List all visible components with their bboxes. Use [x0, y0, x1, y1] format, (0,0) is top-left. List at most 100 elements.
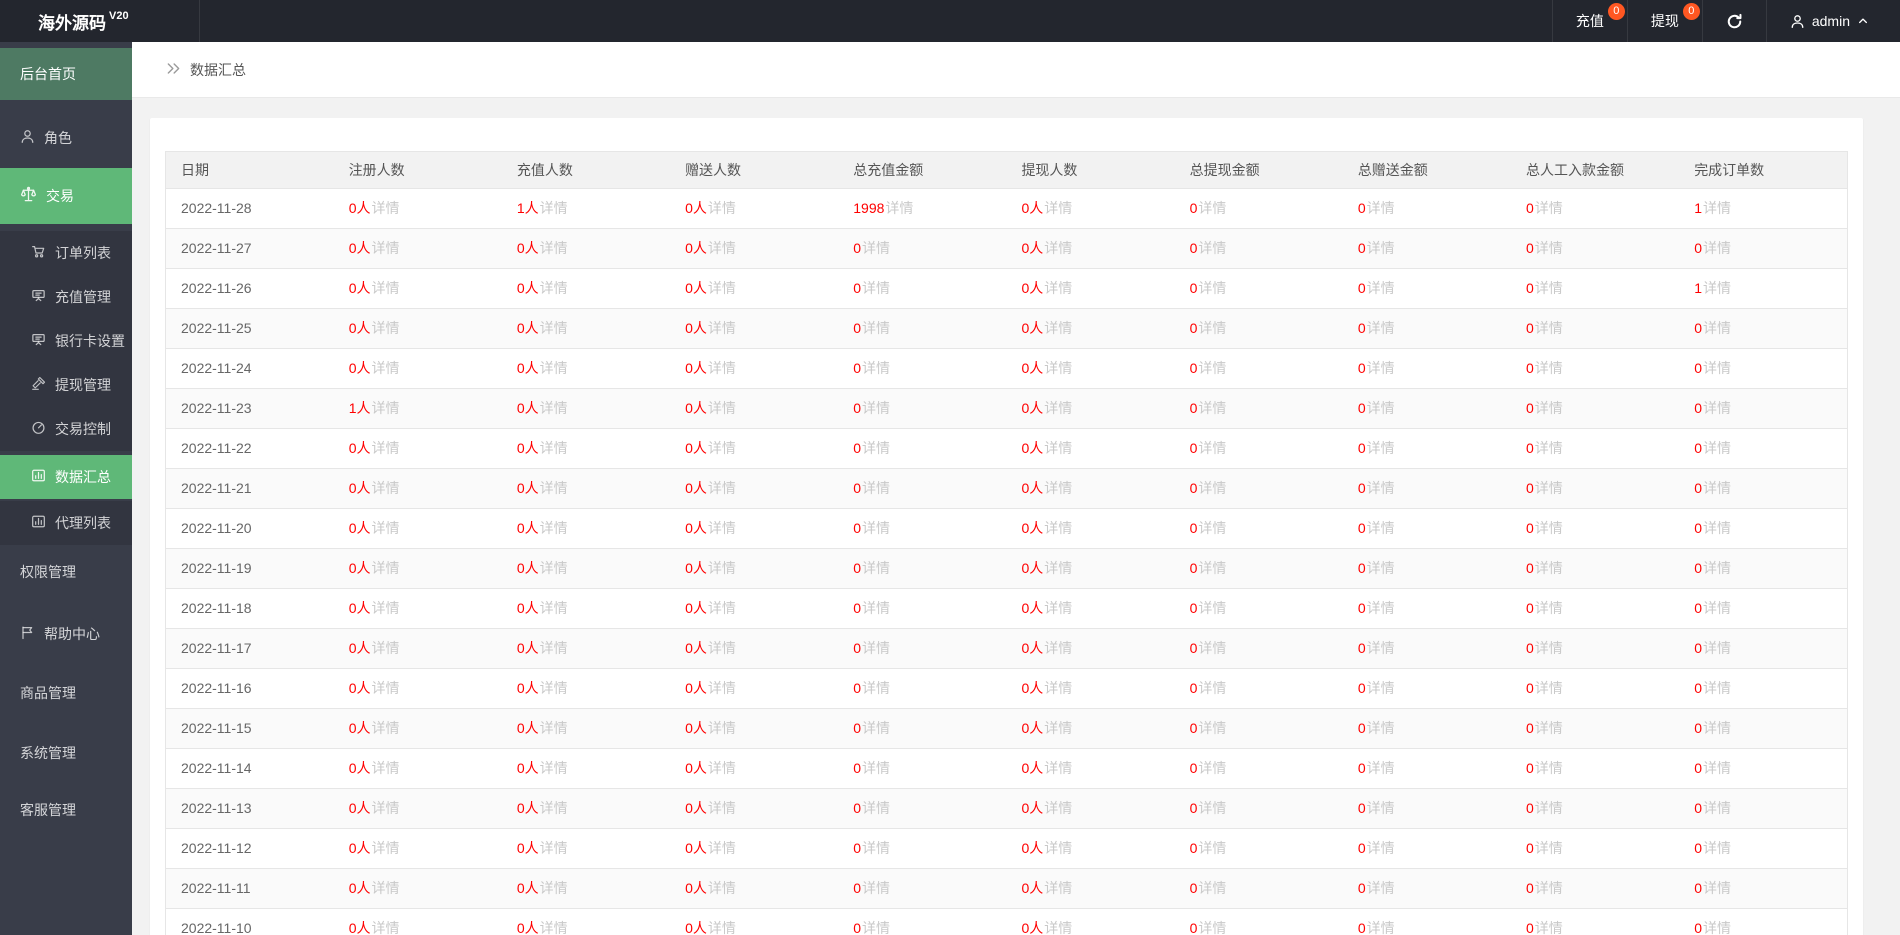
detail-link[interactable]: 详情: [708, 240, 736, 256]
detail-link[interactable]: 详情: [1535, 600, 1563, 616]
detail-link[interactable]: 详情: [1703, 840, 1731, 856]
sidebar-item-trade[interactable]: 交易: [0, 168, 132, 224]
detail-link[interactable]: 详情: [1044, 880, 1072, 896]
detail-link[interactable]: 详情: [1535, 880, 1563, 896]
detail-link[interactable]: 详情: [708, 760, 736, 776]
detail-link[interactable]: 详情: [540, 280, 568, 296]
detail-link[interactable]: 详情: [1044, 480, 1072, 496]
sidebar-item-bankcard-settings[interactable]: 银行卡设置: [0, 319, 132, 363]
detail-link[interactable]: 详情: [540, 720, 568, 736]
detail-link[interactable]: 详情: [540, 240, 568, 256]
detail-link[interactable]: 详情: [708, 280, 736, 296]
detail-link[interactable]: 详情: [1044, 280, 1072, 296]
detail-link[interactable]: 详情: [540, 200, 568, 216]
detail-link[interactable]: 详情: [862, 600, 890, 616]
detail-link[interactable]: 详情: [1703, 400, 1731, 416]
detail-link[interactable]: 详情: [371, 200, 399, 216]
detail-link[interactable]: 详情: [708, 520, 736, 536]
detail-link[interactable]: 详情: [540, 920, 568, 935]
detail-link[interactable]: 详情: [708, 600, 736, 616]
detail-link[interactable]: 详情: [1703, 720, 1731, 736]
detail-link[interactable]: 详情: [862, 520, 890, 536]
detail-link[interactable]: 详情: [862, 800, 890, 816]
detail-link[interactable]: 详情: [371, 360, 399, 376]
detail-link[interactable]: 详情: [1044, 560, 1072, 576]
detail-link[interactable]: 详情: [371, 680, 399, 696]
detail-link[interactable]: 详情: [1535, 680, 1563, 696]
detail-link[interactable]: 详情: [1198, 800, 1226, 816]
detail-link[interactable]: 详情: [708, 400, 736, 416]
detail-link[interactable]: 详情: [1367, 280, 1395, 296]
detail-link[interactable]: 详情: [862, 680, 890, 696]
detail-link[interactable]: 详情: [1044, 640, 1072, 656]
sidebar-item-withdraw-mgmt[interactable]: 提现管理: [0, 363, 132, 407]
detail-link[interactable]: 详情: [1703, 520, 1731, 536]
detail-link[interactable]: 详情: [1703, 480, 1731, 496]
detail-link[interactable]: 详情: [371, 760, 399, 776]
detail-link[interactable]: 详情: [1198, 840, 1226, 856]
detail-link[interactable]: 详情: [1044, 760, 1072, 776]
detail-link[interactable]: 详情: [371, 560, 399, 576]
detail-link[interactable]: 详情: [1535, 840, 1563, 856]
detail-link[interactable]: 详情: [1044, 920, 1072, 935]
detail-link[interactable]: 详情: [371, 400, 399, 416]
detail-link[interactable]: 详情: [1535, 640, 1563, 656]
detail-link[interactable]: 详情: [1535, 240, 1563, 256]
detail-link[interactable]: 详情: [1535, 720, 1563, 736]
detail-link[interactable]: 详情: [708, 200, 736, 216]
detail-link[interactable]: 详情: [1535, 800, 1563, 816]
detail-link[interactable]: 详情: [540, 360, 568, 376]
detail-link[interactable]: 详情: [1198, 320, 1226, 336]
detail-link[interactable]: 详情: [862, 880, 890, 896]
detail-link[interactable]: 详情: [371, 840, 399, 856]
detail-link[interactable]: 详情: [1198, 360, 1226, 376]
detail-link[interactable]: 详情: [1367, 240, 1395, 256]
detail-link[interactable]: 详情: [862, 280, 890, 296]
detail-link[interactable]: 详情: [1198, 440, 1226, 456]
detail-link[interactable]: 详情: [708, 880, 736, 896]
sidebar-item-order-list[interactable]: 订单列表: [0, 231, 132, 275]
sidebar-item-help-center[interactable]: 帮助中心: [0, 612, 132, 656]
detail-link[interactable]: 详情: [540, 840, 568, 856]
detail-link[interactable]: 详情: [1367, 760, 1395, 776]
detail-link[interactable]: 详情: [540, 400, 568, 416]
detail-link[interactable]: 详情: [1198, 560, 1226, 576]
detail-link[interactable]: 详情: [1198, 680, 1226, 696]
detail-link[interactable]: 详情: [540, 600, 568, 616]
detail-link[interactable]: 详情: [1367, 520, 1395, 536]
detail-link[interactable]: 详情: [540, 560, 568, 576]
detail-link[interactable]: 详情: [371, 480, 399, 496]
detail-link[interactable]: 详情: [1198, 280, 1226, 296]
detail-link[interactable]: 详情: [1044, 520, 1072, 536]
sidebar-item-data-summary[interactable]: 数据汇总: [0, 455, 132, 499]
detail-link[interactable]: 详情: [1367, 320, 1395, 336]
detail-link[interactable]: 详情: [862, 760, 890, 776]
detail-link[interactable]: 详情: [1703, 880, 1731, 896]
detail-link[interactable]: 详情: [708, 720, 736, 736]
detail-link[interactable]: 详情: [1044, 720, 1072, 736]
detail-link[interactable]: 详情: [862, 320, 890, 336]
detail-link[interactable]: 详情: [1367, 880, 1395, 896]
detail-link[interactable]: 详情: [862, 840, 890, 856]
detail-link[interactable]: 详情: [1703, 800, 1731, 816]
detail-link[interactable]: 详情: [540, 520, 568, 536]
detail-link[interactable]: 详情: [1044, 320, 1072, 336]
detail-link[interactable]: 详情: [371, 520, 399, 536]
detail-link[interactable]: 详情: [1367, 400, 1395, 416]
detail-link[interactable]: 详情: [1703, 640, 1731, 656]
detail-link[interactable]: 详情: [1198, 200, 1226, 216]
detail-link[interactable]: 详情: [1198, 240, 1226, 256]
sidebar-item-roles[interactable]: 角色: [0, 112, 132, 164]
detail-link[interactable]: 详情: [1198, 920, 1226, 935]
detail-link[interactable]: 详情: [371, 800, 399, 816]
user-menu[interactable]: admin: [1765, 0, 1892, 42]
withdraw-button[interactable]: 提现 0: [1626, 0, 1702, 42]
detail-link[interactable]: 详情: [862, 360, 890, 376]
detail-link[interactable]: 详情: [1367, 720, 1395, 736]
detail-link[interactable]: 详情: [1044, 840, 1072, 856]
detail-link[interactable]: 详情: [540, 880, 568, 896]
detail-link[interactable]: 详情: [1198, 880, 1226, 896]
detail-link[interactable]: 详情: [862, 400, 890, 416]
detail-link[interactable]: 详情: [1703, 240, 1731, 256]
detail-link[interactable]: 详情: [371, 320, 399, 336]
